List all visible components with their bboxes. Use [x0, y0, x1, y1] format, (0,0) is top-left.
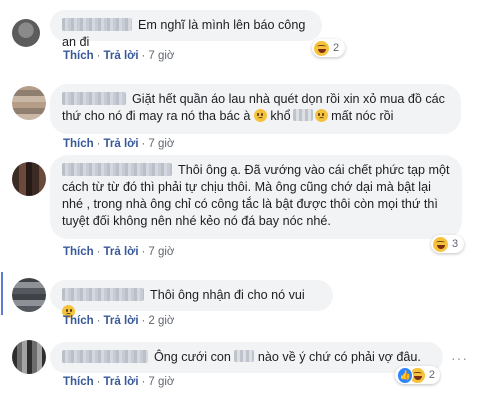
avatar[interactable]: [12, 86, 46, 120]
avatar[interactable]: [12, 162, 46, 196]
sad-emoji-icon: [314, 109, 328, 122]
comment-text: Ông cưới con: [154, 350, 231, 364]
reaction-count: 3: [452, 238, 459, 250]
reply-link[interactable]: Trả lời: [104, 315, 139, 327]
comment-1: Em nghĩ là mình lên báo công an đi 2 Thí…: [0, 0, 504, 68]
author-name-redacted[interactable]: [62, 350, 148, 363]
comment-bubble: Em nghĩ là mình lên báo công an đi: [50, 10, 322, 49]
word-redacted: [234, 350, 255, 362]
avatar[interactable]: [12, 340, 46, 374]
reply-link[interactable]: Trả lời: [104, 246, 139, 258]
author-name-redacted[interactable]: [62, 18, 132, 31]
haha-icon: [314, 40, 329, 56]
like-link[interactable]: Thích: [63, 50, 94, 62]
comment-actions: Thích · Trả lời · 7 giờ: [63, 138, 175, 150]
reaction-summary[interactable]: 2: [312, 39, 345, 57]
reaction-summary[interactable]: 3: [431, 235, 464, 253]
comment-text: nào về ý chứ có phải vợ đâu.: [257, 350, 421, 364]
timestamp[interactable]: 7 giờ: [148, 50, 174, 62]
like-link[interactable]: Thích: [63, 376, 94, 388]
author-name-redacted[interactable]: [62, 288, 144, 301]
comment-5: Ông cưới con nào về ý chứ có phải vợ đâu…: [0, 336, 504, 403]
comment-actions: Thích · Trả lời · 7 giờ: [63, 50, 175, 62]
comment-3: Thôi ông ạ. Đã vướng vào cái chết phức t…: [0, 152, 504, 262]
comment-4: Thôi ông nhận đi cho nó vui Thích · Trả lờ…: [0, 272, 504, 330]
reaction-count: 2: [428, 369, 435, 381]
comment-bubble: Giặt hết quần áo lau nhà quét dọn rồi xi…: [50, 84, 461, 134]
comment-text: mất nóc rồi: [331, 109, 394, 123]
avatar[interactable]: [12, 19, 40, 47]
timestamp[interactable]: 2 giờ: [148, 315, 174, 327]
comment-text: Thôi ông nhận đi cho nó vui: [150, 288, 305, 302]
reply-link[interactable]: Trả lời: [104, 376, 139, 388]
word-redacted: [292, 109, 313, 121]
more-options-icon[interactable]: ···: [451, 350, 468, 366]
reaction-count: 2: [333, 42, 340, 54]
like-link[interactable]: Thích: [63, 246, 94, 258]
comment-text: khổ: [270, 109, 291, 123]
timestamp[interactable]: 7 giờ: [148, 376, 174, 388]
comment-2: Giặt hết quần áo lau nhà quét dọn rồi xi…: [0, 72, 504, 150]
reaction-summary[interactable]: 👍 2: [395, 366, 440, 384]
comment-bubble: Thôi ông ạ. Đã vướng vào cái chết phức t…: [50, 155, 462, 239]
author-name-redacted[interactable]: [62, 163, 172, 176]
reply-link[interactable]: Trả lời: [104, 50, 139, 62]
comment-bubble: Thôi ông nhận đi cho nó vui: [50, 280, 333, 318]
author-name-redacted[interactable]: [62, 92, 126, 105]
like-icon: 👍: [397, 366, 414, 384]
like-link[interactable]: Thích: [63, 315, 94, 327]
comment-bubble: Ông cưới con nào về ý chứ có phải vợ đâu…: [50, 342, 443, 373]
comment-actions: Thích · Trả lời · 7 giờ: [63, 376, 175, 388]
haha-icon: [433, 236, 448, 252]
timestamp[interactable]: 7 giờ: [148, 138, 174, 150]
comment-actions: Thích · Trả lời · 2 giờ: [63, 315, 175, 327]
timestamp[interactable]: 7 giờ: [148, 246, 174, 258]
reply-link[interactable]: Trả lời: [104, 138, 139, 150]
avatar[interactable]: [12, 278, 46, 312]
comment-actions: Thích · Trả lời · 7 giờ: [63, 246, 175, 258]
like-link[interactable]: Thích: [63, 138, 94, 150]
sad-emoji-icon: [253, 109, 267, 122]
